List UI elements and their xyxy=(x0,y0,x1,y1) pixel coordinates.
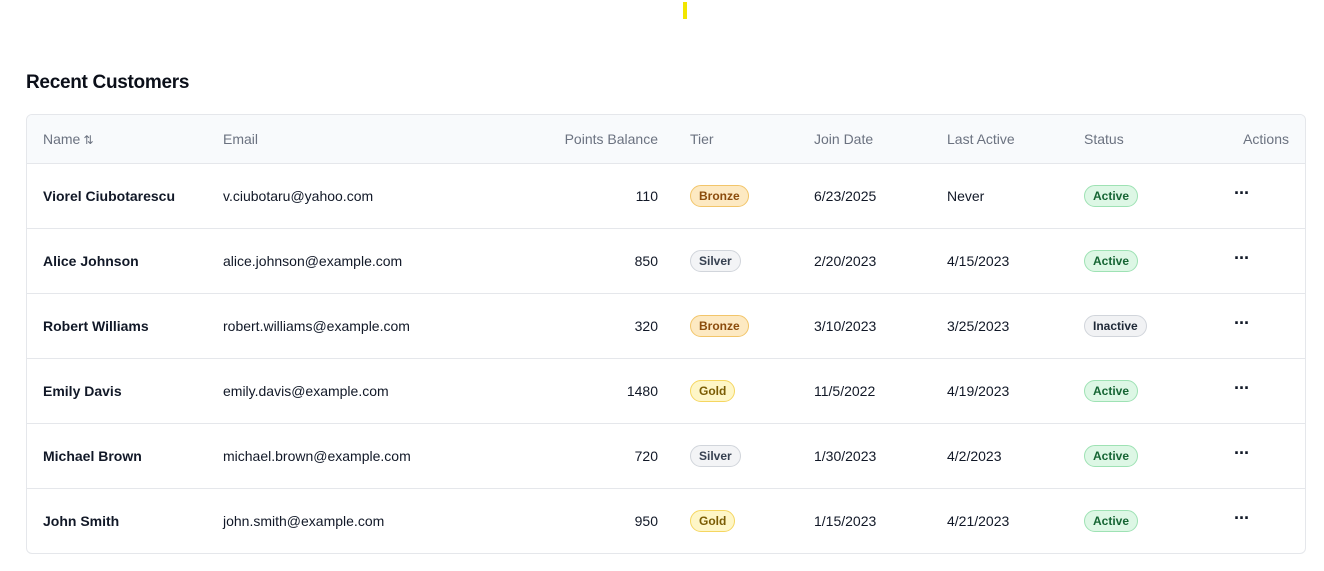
status-cell: Inactive xyxy=(1068,293,1178,358)
status-cell: Active xyxy=(1068,488,1178,553)
page-title: Recent Customers xyxy=(26,72,190,93)
last-active: 4/19/2023 xyxy=(947,382,1010,399)
tier-badge: Gold xyxy=(690,509,736,532)
tier-badge: Bronze xyxy=(690,314,749,337)
column-header-points-balance: Points Balance xyxy=(564,130,658,147)
customer-email: michael.brown@example.com xyxy=(223,447,411,464)
customer-name: John Smith xyxy=(43,512,120,529)
points-balance: 110 xyxy=(635,187,658,204)
status-badge: Inactive xyxy=(1084,314,1147,337)
last-active: 4/15/2023 xyxy=(947,252,1010,269)
customer-email: alice.johnson@example.com xyxy=(223,252,403,269)
customer-name: Viorel Ciubotarescu xyxy=(43,187,176,204)
last-active: 4/21/2023 xyxy=(947,512,1010,529)
sort-icon[interactable]: ⇅ xyxy=(83,133,93,147)
tier-cell: Bronze xyxy=(674,293,798,358)
column-header-join-date: Join Date xyxy=(814,130,874,147)
points-balance: 720 xyxy=(634,447,658,464)
status-badge: Active xyxy=(1084,379,1139,402)
points-balance: 950 xyxy=(634,512,658,529)
customer-email: john.smith@example.com xyxy=(223,512,385,529)
tier-cell: Gold xyxy=(674,488,798,553)
status-badge: Active xyxy=(1084,509,1139,532)
customer-name: Alice Johnson xyxy=(43,252,139,269)
points-balance: 850 xyxy=(634,252,658,269)
table-header-row: Name ⇅ Email Points Balance Tier Join Dat… xyxy=(27,115,1305,163)
customers-table-card: Name ⇅ Email Points Balance Tier Join Dat… xyxy=(26,114,1306,554)
actions-cell: ··· xyxy=(1178,423,1305,488)
column-header-name-label: Name xyxy=(43,130,81,147)
tier-cell: Silver xyxy=(674,228,798,293)
column-header-actions: Actions xyxy=(1243,130,1289,147)
more-actions-icon[interactable]: ··· xyxy=(1229,184,1255,206)
more-actions-icon[interactable]: ··· xyxy=(1229,509,1255,531)
status-badge: Active xyxy=(1084,249,1139,272)
customer-email: emily.davis@example.com xyxy=(223,382,389,399)
actions-cell: ··· xyxy=(1178,228,1305,293)
join-date: 6/23/2025 xyxy=(814,187,877,204)
status-badge: Active xyxy=(1084,444,1139,467)
join-date: 1/15/2023 xyxy=(814,512,877,529)
join-date: 3/10/2023 xyxy=(814,317,877,334)
join-date: 2/20/2023 xyxy=(814,252,877,269)
customer-name: Michael Brown xyxy=(43,447,142,464)
tier-badge: Silver xyxy=(690,444,741,467)
table-row: Emily Davis emily.davis@example.com 1480 Go… xyxy=(27,358,1305,423)
points-balance: 1480 xyxy=(626,382,658,399)
table-row: John Smith john.smith@example.com 950 Gold 1… xyxy=(27,488,1305,553)
table-row: Robert Williams robert.williams@example.c… xyxy=(27,293,1305,358)
status-cell: Active xyxy=(1068,228,1178,293)
top-marker xyxy=(683,2,687,19)
actions-cell: ··· xyxy=(1178,358,1305,423)
more-actions-icon[interactable]: ··· xyxy=(1229,379,1255,401)
tier-badge: Silver xyxy=(690,249,741,272)
tier-cell: Bronze xyxy=(674,163,798,228)
column-header-status: Status xyxy=(1084,130,1124,147)
status-badge: Active xyxy=(1084,184,1139,207)
tier-badge: Bronze xyxy=(690,184,749,207)
status-cell: Active xyxy=(1068,423,1178,488)
actions-cell: ··· xyxy=(1178,488,1305,553)
last-active: 4/2/2023 xyxy=(947,447,1002,464)
more-actions-icon[interactable]: ··· xyxy=(1229,444,1255,466)
column-header-tier: Tier xyxy=(690,130,714,147)
customer-name: Robert Williams xyxy=(43,317,149,334)
column-header-name[interactable]: Name ⇅ xyxy=(27,115,207,163)
more-actions-icon[interactable]: ··· xyxy=(1229,314,1255,336)
status-cell: Active xyxy=(1068,358,1178,423)
status-cell: Active xyxy=(1068,163,1178,228)
tier-cell: Silver xyxy=(674,423,798,488)
actions-cell: ··· xyxy=(1178,293,1305,358)
more-actions-icon[interactable]: ··· xyxy=(1229,249,1255,271)
column-header-last-active: Last Active xyxy=(947,130,1015,147)
table-row: Viorel Ciubotarescu v.ciubotaru@yahoo.com… xyxy=(27,163,1305,228)
customers-table: Name ⇅ Email Points Balance Tier Join Dat… xyxy=(27,115,1305,553)
actions-cell: ··· xyxy=(1178,163,1305,228)
last-active: Never xyxy=(947,187,985,204)
join-date: 1/30/2023 xyxy=(814,447,877,464)
table-row: Alice Johnson alice.johnson@example.com 85… xyxy=(27,228,1305,293)
customer-email: v.ciubotaru@yahoo.com xyxy=(223,187,374,204)
column-header-email: Email xyxy=(223,130,259,147)
customer-name: Emily Davis xyxy=(43,382,122,399)
last-active: 3/25/2023 xyxy=(947,317,1010,334)
tier-badge: Gold xyxy=(690,379,736,402)
join-date: 11/5/2022 xyxy=(814,382,876,399)
tier-cell: Gold xyxy=(674,358,798,423)
customer-email: robert.williams@example.com xyxy=(223,317,410,334)
points-balance: 320 xyxy=(634,317,658,334)
table-row: Michael Brown michael.brown@example.com 72… xyxy=(27,423,1305,488)
table-body: Viorel Ciubotarescu v.ciubotaru@yahoo.com… xyxy=(27,163,1305,553)
